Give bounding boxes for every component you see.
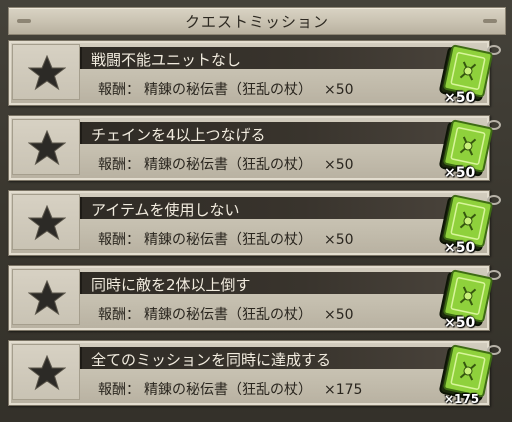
reward-quantity: ×50 — [324, 307, 354, 323]
mission-star-slot — [12, 44, 80, 100]
panel-title: クエストミッション — [184, 13, 329, 31]
empty-star-icon — [28, 205, 66, 241]
mission-name: アイテムを使用しない — [91, 201, 240, 219]
item-count-badge: ×175 — [444, 392, 480, 406]
item-count-badge: ×50 — [444, 315, 476, 331]
reward-label: 報酬： — [98, 307, 140, 323]
mission-star-slot — [12, 269, 80, 325]
mission-reward: 報酬： 精錬の秘伝書（狂乱の杖） ×175 — [98, 379, 362, 399]
reward-item-name: 精錬の秘伝書（狂乱の杖） — [144, 232, 312, 248]
mission-name-bar: チェインを4以上つなげる — [80, 122, 450, 144]
reward-quantity: ×50 — [324, 82, 354, 98]
mission-reward: 報酬： 精錬の秘伝書（狂乱の杖） ×50 — [98, 304, 354, 324]
reward-item-name: 精錬の秘伝書（狂乱の杖） — [144, 82, 312, 98]
reward-label: 報酬： — [98, 82, 140, 98]
mission-name: 同時に敵を2体以上倒す — [91, 276, 251, 294]
reward-item-slot[interactable]: ×50 — [438, 118, 498, 181]
reward-quantity: ×50 — [324, 232, 354, 248]
item-count-badge: ×50 — [444, 90, 476, 106]
mission-name-bar: アイテムを使用しない — [80, 197, 450, 219]
mission-reward: 報酬： 精錬の秘伝書（狂乱の杖） ×50 — [98, 79, 354, 99]
reward-label: 報酬： — [98, 157, 140, 173]
mission-reward: 報酬： 精錬の秘伝書（狂乱の杖） ×50 — [98, 154, 354, 174]
empty-star-icon — [28, 55, 66, 91]
mission-reward: 報酬： 精錬の秘伝書（狂乱の杖） ×50 — [98, 229, 354, 249]
reward-item-name: 精錬の秘伝書（狂乱の杖） — [144, 157, 312, 173]
mission-item: チェインを4以上つなげる 報酬： 精錬の秘伝書（狂乱の杖） ×50 ×50 — [8, 115, 508, 181]
mission-item: 戦闘不能ユニットなし 報酬： 精錬の秘伝書（狂乱の杖） ×50 ×50 — [8, 40, 508, 106]
mission-name-bar: 戦闘不能ユニットなし — [80, 47, 450, 69]
item-count-badge: ×50 — [444, 240, 476, 256]
mission-list: 戦闘不能ユニットなし 報酬： 精錬の秘伝書（狂乱の杖） ×50 ×50 チェイン… — [8, 40, 508, 415]
reward-item-slot[interactable]: ×50 — [438, 268, 498, 331]
mission-item: 同時に敵を2体以上倒す 報酬： 精錬の秘伝書（狂乱の杖） ×50 ×50 — [8, 265, 508, 331]
empty-star-icon — [28, 355, 66, 391]
mission-star-slot — [12, 344, 80, 400]
quest-mission-panel: クエストミッション 戦闘不能ユニットなし 報酬： 精錬の秘伝書（狂乱の杖） ×50 — [0, 0, 512, 422]
reward-item-name: 精錬の秘伝書（狂乱の杖） — [144, 307, 312, 323]
mission-name: チェインを4以上つなげる — [91, 126, 266, 144]
reward-item-name: 精錬の秘伝書（狂乱の杖） — [144, 382, 312, 398]
item-count-badge: ×50 — [444, 165, 476, 181]
reward-label: 報酬： — [98, 382, 140, 398]
mission-star-slot — [12, 194, 80, 250]
reward-item-slot[interactable]: ×50 — [438, 43, 498, 106]
mission-name: 全てのミッションを同時に達成する — [91, 351, 332, 369]
reward-quantity: ×175 — [324, 382, 363, 398]
header-ornament-right — [483, 19, 497, 23]
mission-item: 全てのミッションを同時に達成する 報酬： 精錬の秘伝書（狂乱の杖） ×175 ×17… — [8, 340, 508, 406]
empty-star-icon — [28, 130, 66, 166]
reward-item-slot[interactable]: ×175 — [438, 343, 498, 406]
mission-name: 戦闘不能ユニットなし — [91, 51, 242, 69]
mission-name-bar: 同時に敵を2体以上倒す — [80, 272, 450, 294]
empty-star-icon — [28, 280, 66, 316]
reward-item-slot[interactable]: ×50 — [438, 193, 498, 256]
mission-item: アイテムを使用しない 報酬： 精錬の秘伝書（狂乱の杖） ×50 ×50 — [8, 190, 508, 256]
mission-name-bar: 全てのミッションを同時に達成する — [80, 347, 450, 369]
reward-quantity: ×50 — [324, 157, 354, 173]
panel-header: クエストミッション — [8, 7, 506, 35]
reward-label: 報酬： — [98, 232, 140, 248]
mission-star-slot — [12, 119, 80, 175]
